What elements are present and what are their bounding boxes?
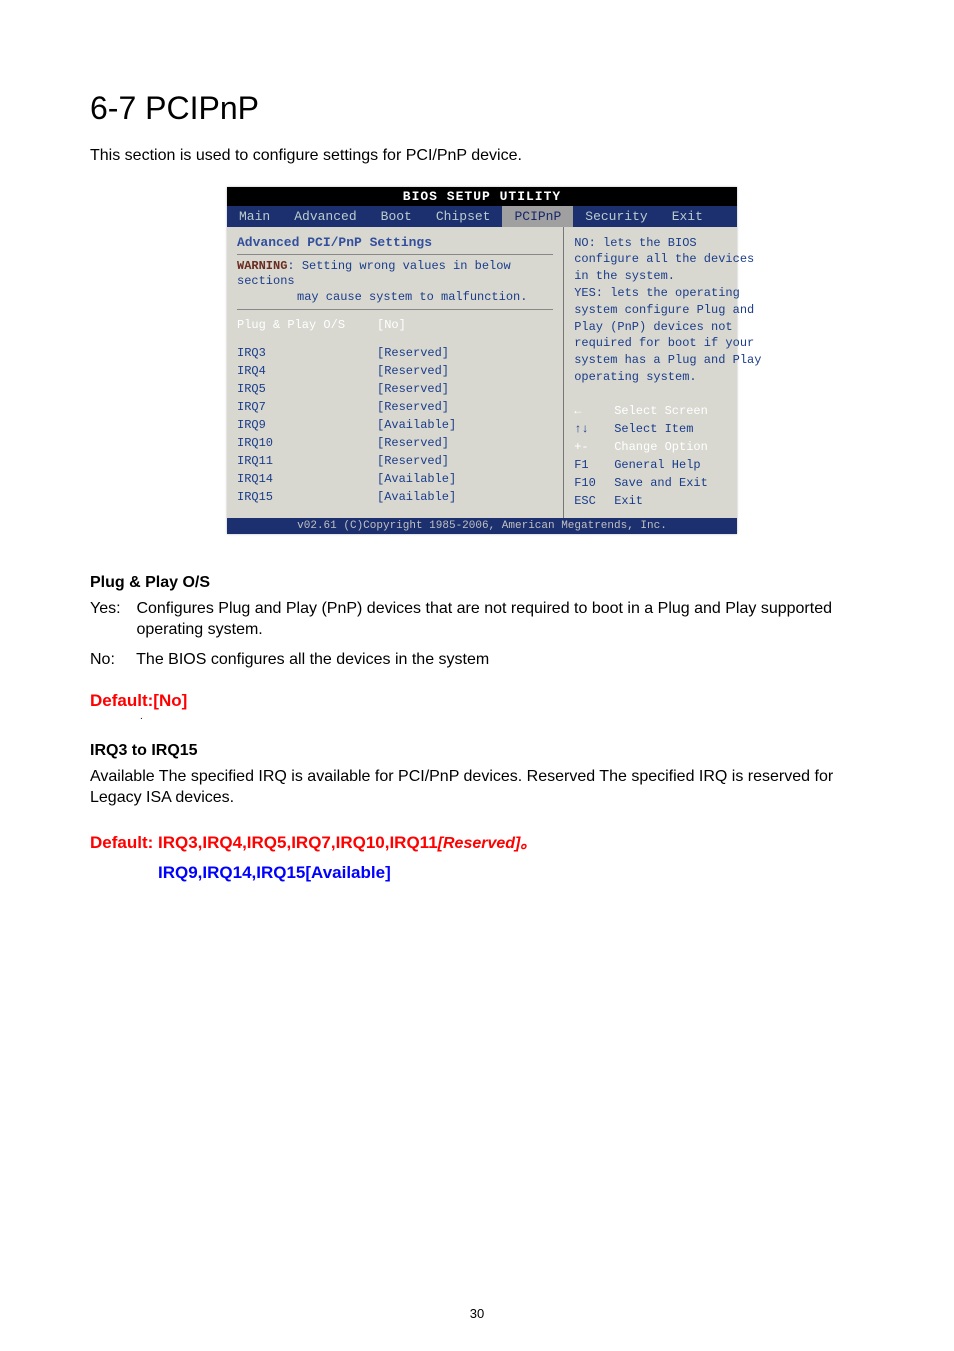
tab-security[interactable]: Security [573, 206, 659, 227]
irq-value: [Reserved] [377, 362, 449, 380]
plug-play-heading: Plug & Play O/S [90, 574, 874, 592]
key-desc: Save and Exit [614, 474, 708, 492]
plug-play-row[interactable]: Plug & Play O/S [No] [237, 316, 553, 334]
irq-heading: IRQ3 to IRQ15 [90, 742, 874, 760]
bios-left-panel: Advanced PCI/PnP Settings WARNING: Setti… [227, 227, 564, 518]
default-available-irqs: IRQ9,IRQ14,IRQ15[Available] [90, 863, 874, 883]
irq-label: IRQ9 [237, 416, 377, 434]
irq-value: [Reserved] [377, 344, 449, 362]
irq-value: [Reserved] [377, 434, 449, 452]
bios-setup-window: BIOS SETUP UTILITY Main Advanced Boot Ch… [227, 187, 737, 534]
irq-label: IRQ7 [237, 398, 377, 416]
irq-value: [Reserved] [377, 452, 449, 470]
irq-value: [Available] [377, 488, 456, 506]
key-desc: General Help [614, 456, 700, 474]
key-symbol: F1 [574, 456, 614, 474]
key-desc: Change Option [614, 438, 708, 456]
document-page: 6-7 PCIPnP This section is used to confi… [0, 0, 954, 1351]
no-label: No: [90, 649, 132, 671]
key-desc: Select Item [614, 420, 693, 438]
key-symbol: +- [574, 438, 614, 456]
yes-row: Yes: Configures Plug and Play (PnP) devi… [90, 598, 874, 641]
key-symbol: ← [574, 402, 614, 420]
intro-text: This section is used to configure settin… [90, 145, 874, 167]
help-text-no: NO: lets the BIOS configure all the devi… [574, 235, 768, 285]
warning-prefix: WARNING [237, 259, 287, 273]
page-number: 30 [0, 1306, 954, 1321]
tab-pcipnp[interactable]: PCIPnP [502, 206, 573, 227]
tab-boot[interactable]: Boot [369, 206, 424, 227]
irq-label: IRQ15 [237, 488, 377, 506]
no-row: No: The BIOS configures all the devices … [90, 649, 874, 671]
irq-row[interactable]: IRQ10[Reserved] [237, 434, 553, 452]
irq-row[interactable]: IRQ14[Available] [237, 470, 553, 488]
irq-row[interactable]: IRQ11[Reserved] [237, 452, 553, 470]
default-no: Default:[No] [90, 691, 874, 711]
key-desc: Exit [614, 492, 643, 510]
key-symbol: ESC [574, 492, 614, 510]
irq-row[interactable]: IRQ15[Available] [237, 488, 553, 506]
tab-main[interactable]: Main [227, 206, 282, 227]
irq-value: [Available] [377, 416, 456, 434]
irq-value: [Reserved] [377, 398, 449, 416]
key-symbol: ↑↓ [574, 420, 614, 438]
plug-play-label: Plug & Play O/S [237, 316, 377, 334]
warning-line2: may cause system to malfunction. [237, 290, 553, 306]
divider [237, 309, 553, 310]
divider [237, 254, 553, 255]
bios-title-bar: BIOS SETUP UTILITY [227, 187, 737, 206]
irq-label: IRQ5 [237, 380, 377, 398]
default-reserved-irqs: Default: IRQ3,IRQ4,IRQ5,IRQ7,IRQ10,IRQ11 [90, 833, 438, 852]
bios-help-panel: NO: lets the BIOS configure all the devi… [564, 227, 778, 518]
yes-text: Configures Plug and Play (PnP) devices t… [136, 598, 860, 641]
tab-chipset[interactable]: Chipset [424, 206, 503, 227]
dot: . [90, 711, 874, 722]
irq-label: IRQ4 [237, 362, 377, 380]
key-desc: Select Screen [614, 402, 708, 420]
reserved-suffix: [Reserved]。 [438, 835, 537, 852]
bios-footer: v02.61 (C)Copyright 1985-2006, American … [227, 518, 737, 534]
warning-line1: WARNING: Setting wrong values in below s… [237, 259, 553, 290]
irq-row[interactable]: IRQ4[Reserved] [237, 362, 553, 380]
no-text: The BIOS configures all the devices in t… [136, 651, 489, 668]
tab-advanced[interactable]: Advanced [282, 206, 368, 227]
irq-row[interactable]: IRQ7[Reserved] [237, 398, 553, 416]
irq-defaults-line1: Default: IRQ3,IRQ4,IRQ5,IRQ7,IRQ10,IRQ11… [90, 829, 874, 853]
irq-value: [Reserved] [377, 380, 449, 398]
irq-row[interactable]: IRQ9[Available] [237, 416, 553, 434]
key-symbol: F10 [574, 474, 614, 492]
irq-label: IRQ10 [237, 434, 377, 452]
irq-label: IRQ11 [237, 452, 377, 470]
irq-desc: Available The specified IRQ is available… [90, 766, 874, 809]
irq-row[interactable]: IRQ5[Reserved] [237, 380, 553, 398]
plug-play-value: [No] [377, 316, 406, 334]
yes-label: Yes: [90, 598, 132, 620]
bios-body: Advanced PCI/PnP Settings WARNING: Setti… [227, 227, 737, 518]
irq-row[interactable]: IRQ3[Reserved] [237, 344, 553, 362]
bios-tab-bar: Main Advanced Boot Chipset PCIPnP Securi… [227, 206, 737, 227]
irq-value: [Available] [377, 470, 456, 488]
key-legend: ←Select Screen ↑↓Select Item +-Change Op… [574, 402, 768, 510]
irq-label: IRQ14 [237, 470, 377, 488]
help-text-yes: YES: lets the operating system configure… [574, 285, 768, 386]
irq-label: IRQ3 [237, 344, 377, 362]
bios-panel-heading: Advanced PCI/PnP Settings [237, 235, 553, 250]
tab-exit[interactable]: Exit [660, 206, 715, 227]
section-heading: 6-7 PCIPnP [90, 90, 874, 127]
